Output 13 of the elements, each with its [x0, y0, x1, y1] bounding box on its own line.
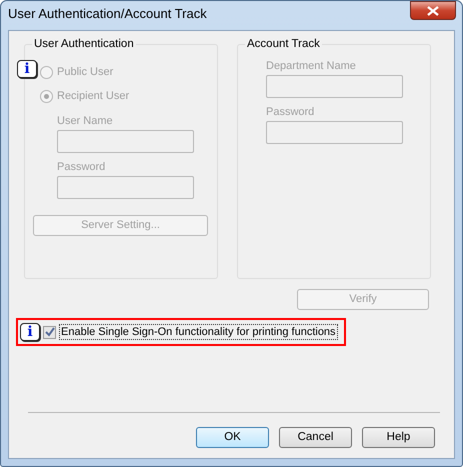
info-button[interactable]: i — [20, 323, 40, 341]
window-title: User Authentication/Account Track — [8, 6, 207, 22]
field-label: Department Name — [266, 59, 357, 73]
checkbox-label[interactable]: Enable Single Sign-On functionality for printing functions — [59, 324, 338, 340]
close-icon — [427, 6, 439, 16]
field-label: User Name — [57, 114, 114, 128]
dialog-button[interactable]: Cancel — [279, 427, 352, 448]
field-label: Password — [266, 105, 316, 119]
dialog-button[interactable]: OK — [196, 427, 269, 448]
field-label: Password — [57, 160, 106, 174]
checkbox[interactable] — [43, 326, 56, 338]
dialog-button[interactable]: Help — [362, 427, 435, 448]
close-button[interactable] — [410, 1, 456, 20]
